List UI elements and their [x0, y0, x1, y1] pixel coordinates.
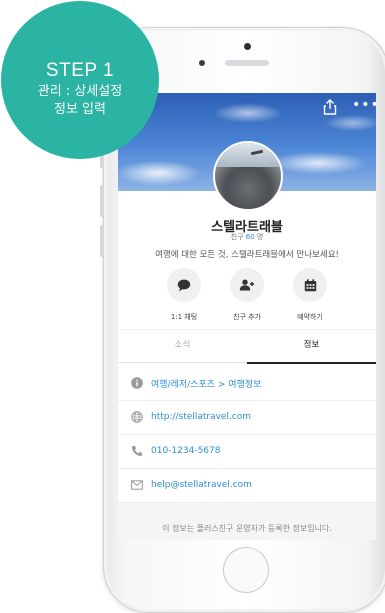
- info-icon: [131, 377, 143, 389]
- add-friend-button-circle[interactable]: [230, 268, 264, 302]
- calendar-icon: [304, 278, 316, 291]
- chat-button[interactable]: 1:1 채팅: [149, 268, 219, 322]
- step-subtitle-line1: 관리 : 상세설정: [37, 84, 123, 99]
- profile-description: 여행에 대한 모든 것, 스텔라트래블에서 만나보세요!: [155, 250, 339, 260]
- avatar: [213, 141, 283, 211]
- info-website[interactable]: http://stellatravel.com: [151, 412, 251, 422]
- info-phone[interactable]: 010-1234-5678: [151, 446, 220, 456]
- friends-unit: 명: [256, 233, 264, 241]
- chat-button-label: 1:1 채팅: [170, 313, 198, 321]
- proximity-sensor: [199, 60, 205, 66]
- share-icon[interactable]: [323, 99, 337, 115]
- phone-icon: [131, 445, 143, 457]
- footer-area: [118, 503, 376, 540]
- add-friend-button[interactable]: 친구 추가: [212, 268, 282, 322]
- info-category-row[interactable]: 여행/레저/스포츠 > 여행정보: [118, 366, 376, 401]
- reserve-button-label: 예약하기: [297, 313, 323, 321]
- step-title: STEP 1: [45, 60, 115, 81]
- friends-number: 60: [245, 233, 255, 241]
- info-email-row[interactable]: help@stellatravel.com: [118, 468, 376, 503]
- reserve-button[interactable]: 예약하기: [275, 268, 345, 322]
- friends-label: 친구: [230, 233, 244, 241]
- front-camera: [244, 43, 251, 50]
- tab-news[interactable]: 소식: [118, 330, 247, 363]
- app-screen: ••• 스텔라트래블 친구 60 명 여행에 대한 모든 것, 스텔라트래블에서…: [118, 93, 376, 540]
- tab-bar: 소식 정보: [118, 329, 376, 364]
- chat-bubble-icon: [177, 279, 191, 291]
- volume-up-button: [100, 185, 104, 217]
- info-email[interactable]: help@stellatravel.com: [151, 480, 252, 490]
- step-subtitle-line2: 정보 입력: [54, 102, 106, 117]
- more-icon[interactable]: •••: [352, 98, 376, 112]
- friends-count: 친구 60 명: [118, 232, 376, 242]
- step-badge: STEP 1 관리 : 상세설정 정보 입력: [1, 1, 159, 159]
- home-button[interactable]: [223, 547, 269, 593]
- footer-note: 이 정보는 플러스친구 운영자가 등록한 정보입니다.: [162, 524, 332, 533]
- info-phone-row[interactable]: 010-1234-5678: [118, 434, 376, 469]
- reserve-button-circle[interactable]: [293, 268, 327, 302]
- chat-button-circle[interactable]: [167, 268, 201, 302]
- globe-icon: [131, 411, 143, 423]
- earpiece-speaker: [225, 60, 269, 66]
- add-friend-button-label: 친구 추가: [233, 313, 261, 321]
- mail-icon: [131, 479, 143, 491]
- add-friend-icon: [239, 279, 254, 291]
- info-category[interactable]: 여행/레저/스포츠 > 여행정보: [151, 377, 261, 390]
- info-website-row[interactable]: http://stellatravel.com: [118, 400, 376, 435]
- volume-down-button: [100, 225, 104, 257]
- tab-info[interactable]: 정보: [247, 330, 376, 364]
